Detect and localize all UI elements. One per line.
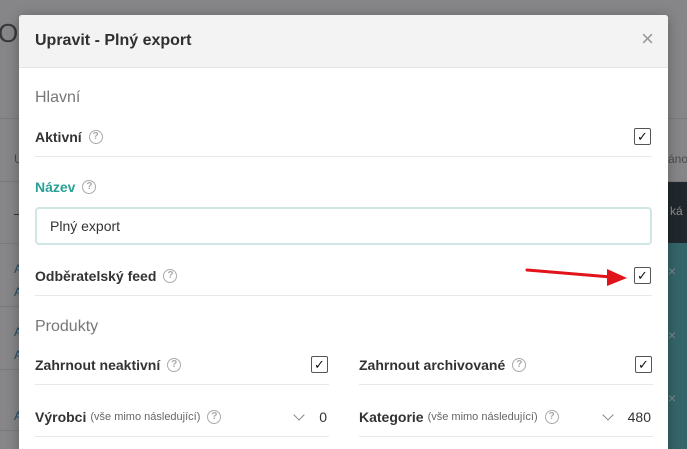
active-checkbox[interactable]: ✓ xyxy=(634,128,651,145)
categories-label: Kategorie xyxy=(359,408,424,425)
name-input[interactable]: Plný export xyxy=(35,207,652,245)
section-title-main: Hlavní xyxy=(35,89,81,106)
include-archived-row: Zahrnout archivované ? ✓ xyxy=(359,345,653,385)
categories-count-value: 480 xyxy=(627,408,651,425)
close-icon[interactable]: × xyxy=(641,27,654,51)
section-title-products: Produkty xyxy=(35,318,99,335)
subscriber-feed-label: Odběratelský feed xyxy=(35,267,157,284)
help-icon[interactable]: ? xyxy=(163,268,178,283)
help-icon[interactable]: ? xyxy=(512,357,527,372)
check-icon: ✓ xyxy=(314,356,325,372)
help-icon[interactable]: ? xyxy=(88,129,103,144)
include-inactive-label: Zahrnout neaktivní xyxy=(35,356,161,373)
check-icon: ✓ xyxy=(637,267,648,283)
chevron-down-icon[interactable] xyxy=(601,408,614,421)
include-archived-label: Zahrnout archivované xyxy=(359,356,506,373)
help-icon[interactable]: ? xyxy=(544,409,559,424)
include-inactive-row: Zahrnout neaktivní ? ✓ xyxy=(35,345,329,385)
manufacturers-note: (vše mimo následující) xyxy=(90,410,201,423)
include-inactive-checkbox[interactable]: ✓ xyxy=(311,356,328,373)
help-icon[interactable]: ? xyxy=(167,357,182,372)
help-icon[interactable]: ? xyxy=(82,180,97,194)
subscriber-feed-checkbox[interactable]: ✓ xyxy=(634,267,651,284)
categories-note: (vše mimo následující) xyxy=(427,410,538,423)
manufacturers-row[interactable]: Výrobci (vše mimo následující) ? 0 xyxy=(35,397,329,437)
include-archived-checkbox[interactable]: ✓ xyxy=(635,356,652,373)
check-icon: ✓ xyxy=(638,356,649,372)
check-icon: ✓ xyxy=(637,128,648,144)
manufacturers-label: Výrobci xyxy=(35,408,87,425)
name-label: Název xyxy=(35,179,76,195)
categories-count: 480 xyxy=(601,408,651,425)
categories-row[interactable]: Kategorie (vše mimo následující) ? 480 xyxy=(359,397,653,437)
active-row: Aktivní ? ✓ xyxy=(35,117,652,157)
manufacturers-count-value: 0 xyxy=(319,408,327,425)
name-label-row: Název ? xyxy=(35,167,652,207)
dialog-header: Upravit - Plný export × xyxy=(19,15,668,68)
chevron-down-icon[interactable] xyxy=(293,408,305,421)
red-arrow-icon xyxy=(525,268,627,286)
edit-export-dialog: Upravit - Plný export × Hlavní Aktivní ?… xyxy=(19,15,668,449)
manufacturers-count: 0 xyxy=(293,408,327,425)
help-icon[interactable]: ? xyxy=(207,409,222,424)
dialog-title: Upravit - Plný export xyxy=(35,32,192,49)
active-label: Aktivní xyxy=(35,128,82,145)
